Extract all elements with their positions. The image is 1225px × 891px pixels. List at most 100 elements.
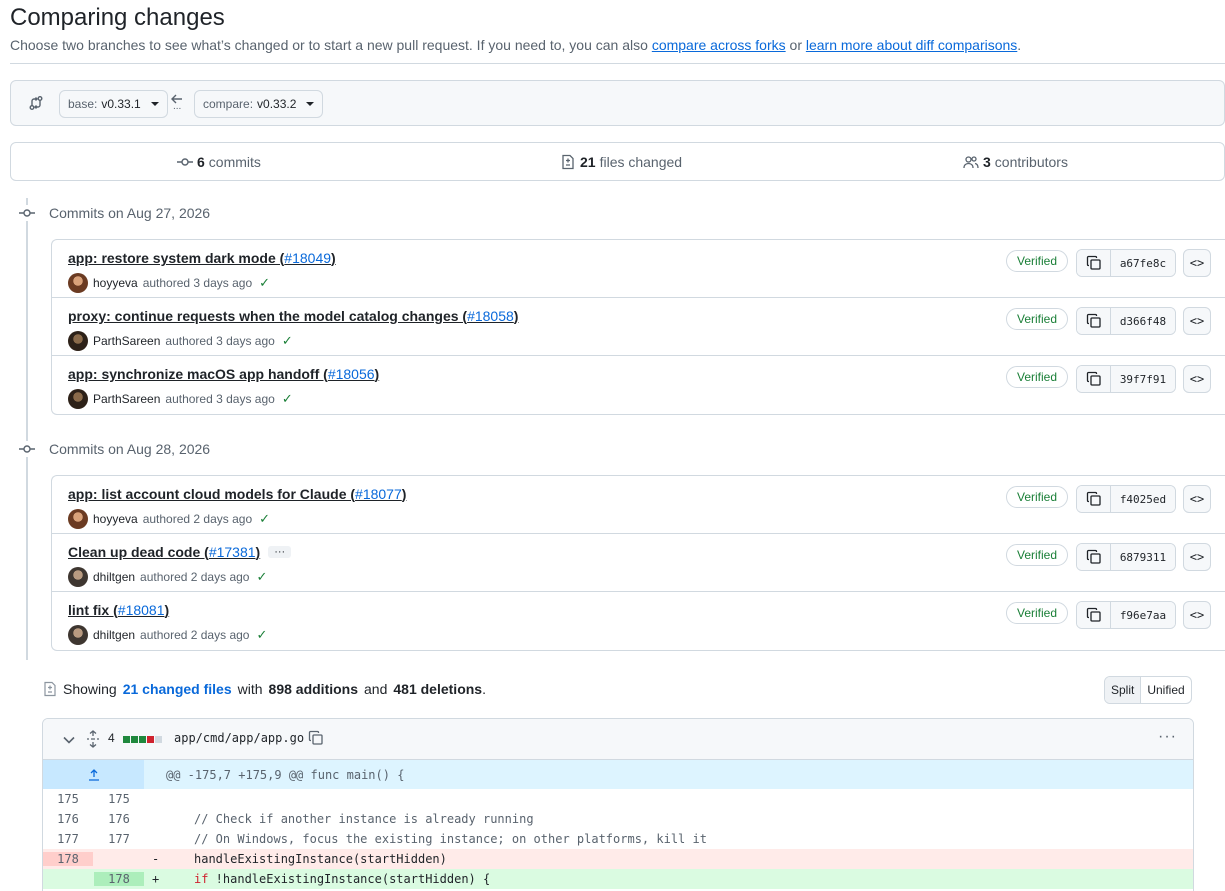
commit-sha-link[interactable]: 39f7f91 <box>1111 366 1175 392</box>
verified-badge[interactable]: Verified <box>1006 308 1069 330</box>
browse-repo-button[interactable]: <> <box>1183 485 1211 513</box>
copy-icon <box>1086 371 1101 386</box>
copy-sha-button[interactable] <box>1077 308 1111 334</box>
verified-badge[interactable]: Verified <box>1006 602 1069 624</box>
copy-sha-button[interactable] <box>1077 366 1111 392</box>
diff-line: 176 176 // Check if another instance is … <box>57 812 534 826</box>
diffstat-block <box>147 736 154 743</box>
commit-sha-link[interactable]: 6879311 <box>1111 544 1175 570</box>
verified-badge[interactable]: Verified <box>1006 544 1069 566</box>
avatar[interactable] <box>68 567 88 587</box>
commit-meta: ParthSareen authored 3 days ago ✓ <box>68 331 293 351</box>
code-icon: <> <box>1189 550 1205 564</box>
diffstat-block <box>131 736 138 743</box>
copy-icon[interactable] <box>308 730 324 746</box>
split-view-button[interactable]: Split <box>1105 677 1142 703</box>
copy-icon <box>1086 491 1101 506</box>
commit-sha-link[interactable]: d366f48 <box>1111 308 1175 334</box>
diffstat-bar <box>123 736 162 743</box>
commit-message-link[interactable]: app: restore system dark mode (#18049) <box>68 250 336 266</box>
sha-button-group: f4025ed <box>1076 485 1176 513</box>
unified-view-button[interactable]: Unified <box>1141 677 1190 703</box>
diffstat-block <box>139 736 146 743</box>
diff-line-addition: 178 + if !handleExistingInstance(startHi… <box>43 869 1193 889</box>
commit-group-heading: Commits on Aug 28, 2026 <box>19 441 210 457</box>
code-icon: <> <box>1189 314 1205 328</box>
diff-view-toggle: Split Unified <box>1104 676 1192 704</box>
expand-up-button[interactable] <box>43 760 144 789</box>
commit-row: proxy: continue requests when the model … <box>52 298 1225 356</box>
diffstat-block <box>123 736 130 743</box>
compare-forks-link[interactable]: compare across forks <box>652 37 786 53</box>
contributors-stat[interactable]: 3 contributors <box>963 154 1068 170</box>
chevron-down-icon[interactable] <box>62 733 76 747</box>
page-subtitle: Choose two branches to see what’s change… <box>10 37 1022 53</box>
commit-message-link[interactable]: app: synchronize macOS app handoff (#180… <box>68 366 379 382</box>
code-icon: <> <box>1189 256 1205 270</box>
changed-files-link[interactable]: 21 changed files <box>123 681 232 697</box>
compare-stats-bar: 6 commits 21 files changed 3 contributor… <box>10 142 1225 181</box>
git-commit-icon <box>19 441 35 457</box>
commit-message-link[interactable]: app: list account cloud models for Claud… <box>68 486 406 502</box>
files-changed-stat[interactable]: 21 files changed <box>560 154 682 170</box>
commit-meta: dhiltgen authored 2 days ago ✓ <box>68 567 267 587</box>
commit-row: app: synchronize macOS app handoff (#180… <box>52 356 1225 414</box>
sha-button-group: d366f48 <box>1076 307 1176 335</box>
check-icon: ✓ <box>256 569 268 584</box>
commit-group-heading: Commits on Aug 27, 2026 <box>19 205 210 221</box>
file-path-link[interactable]: app/cmd/app/app.go <box>174 731 304 745</box>
copy-sha-button[interactable] <box>1077 602 1111 628</box>
check-icon: ✓ <box>259 511 271 526</box>
kebab-menu-icon[interactable]: ··· <box>1158 728 1177 746</box>
avatar[interactable] <box>68 331 88 351</box>
copy-icon <box>1086 313 1101 328</box>
avatar[interactable] <box>68 273 88 293</box>
browse-repo-button[interactable]: <> <box>1183 543 1211 571</box>
verified-badge[interactable]: Verified <box>1006 366 1069 388</box>
expand-message-button[interactable]: ··· <box>268 546 292 558</box>
commit-message-link[interactable]: Clean up dead code (#17381) ··· <box>68 544 292 560</box>
commit-meta: hoyyeva authored 2 days ago ✓ <box>68 509 270 529</box>
copy-icon <box>1086 255 1101 270</box>
diff-comparisons-link[interactable]: learn more about diff comparisons <box>806 37 1017 53</box>
browse-repo-button[interactable]: <> <box>1183 365 1211 393</box>
verified-badge[interactable]: Verified <box>1006 250 1069 272</box>
browse-repo-button[interactable]: <> <box>1183 307 1211 335</box>
git-commit-icon <box>177 158 193 166</box>
commit-message-link[interactable]: proxy: continue requests when the model … <box>68 308 518 324</box>
avatar[interactable] <box>68 625 88 645</box>
commits-stat[interactable]: 6 commits <box>177 154 261 170</box>
base-branch-button[interactable]: base: v0.33.1 <box>59 90 168 118</box>
commit-sha-link[interactable]: f96e7aa <box>1111 602 1175 628</box>
file-header: 4 app/cmd/app/app.go ··· <box>43 719 1193 760</box>
check-icon: ✓ <box>256 627 268 642</box>
sha-button-group: 39f7f91 <box>1076 365 1176 393</box>
commit-row: lint fix (#18081) dhiltgen authored 2 da… <box>52 592 1225 650</box>
commit-meta: hoyyeva authored 3 days ago ✓ <box>68 273 270 293</box>
commit-sha-link[interactable]: f4025ed <box>1111 486 1175 512</box>
avatar[interactable] <box>68 509 88 529</box>
diff-line: 175 175 <box>57 792 130 806</box>
sha-button-group: f96e7aa <box>1076 601 1176 629</box>
caret-down-icon <box>150 102 159 106</box>
expand-up-icon <box>88 768 99 781</box>
browse-repo-button[interactable]: <> <box>1183 601 1211 629</box>
sha-button-group: 6879311 <box>1076 543 1176 571</box>
range-editor: base: v0.33.1 ... compare: v0.33.2 <box>10 80 1225 126</box>
copy-sha-button[interactable] <box>1077 486 1111 512</box>
verified-badge[interactable]: Verified <box>1006 486 1069 508</box>
check-icon: ✓ <box>259 275 271 290</box>
unfold-icon[interactable] <box>86 730 100 748</box>
copy-sha-button[interactable] <box>1077 250 1111 276</box>
browse-repo-button[interactable]: <> <box>1183 249 1211 277</box>
commit-message-link[interactable]: lint fix (#18081) <box>68 602 169 618</box>
commit-row: app: restore system dark mode (#18049) h… <box>52 240 1225 298</box>
avatar[interactable] <box>68 389 88 409</box>
check-icon: ✓ <box>281 391 293 406</box>
commit-row: app: list account cloud models for Claud… <box>52 476 1225 534</box>
file-diff-icon <box>562 154 574 170</box>
diffstat-block <box>155 736 162 743</box>
commit-sha-link[interactable]: a67fe8c <box>1111 250 1175 276</box>
copy-sha-button[interactable] <box>1077 544 1111 570</box>
compare-branch-button[interactable]: compare: v0.33.2 <box>194 90 324 118</box>
